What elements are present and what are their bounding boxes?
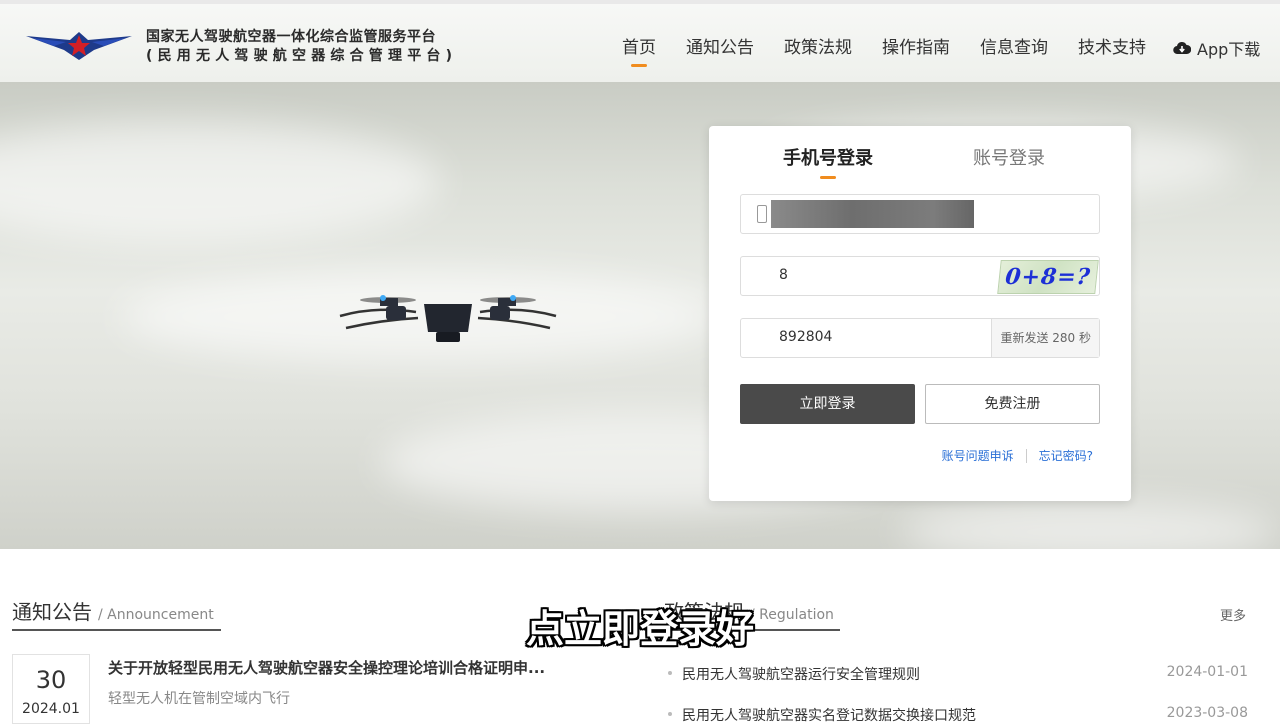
bullet-dot [668, 671, 672, 675]
phone-number-redacted [771, 200, 974, 228]
news-summary: 轻型无人机在管制空域内飞行 [108, 691, 290, 707]
news-day: 30 [35, 666, 67, 694]
app-download-link[interactable]: App下载 [1173, 36, 1260, 60]
nav-guide[interactable]: 操作指南 [882, 36, 950, 60]
site-subtitle: (民用无人驾驶航空器综合管理平台) [146, 48, 458, 64]
nav-home[interactable]: 首页 [622, 36, 656, 67]
regulation-date: 2023-03-08 [1166, 705, 1248, 721]
regulation-title[interactable]: 民用无人驾驶航空器实名登记数据交换接口规范 [682, 705, 976, 725]
nav-regulations[interactable]: 政策法规 [784, 36, 852, 60]
sms-code-field[interactable]: 892804 重新发送 280 秒 [740, 318, 1100, 358]
captcha-image[interactable]: 0+8=? [997, 260, 1099, 294]
caac-logo[interactable] [24, 26, 134, 66]
news-date: 30 2024.01 [12, 654, 90, 724]
account-appeal-link[interactable]: 账号问题申诉 [942, 447, 1014, 464]
regulation-title[interactable]: 民用无人驾驶航空器运行安全管理规则 [682, 664, 920, 684]
site-header: 国家无人驾驶航空器一体化综合监管服务平台 (民用无人驾驶航空器综合管理平台) 首… [0, 0, 1280, 82]
link-divider [1025, 448, 1027, 463]
cloud-download-icon [1173, 41, 1191, 55]
tab-phone-login[interactable]: 手机号登录 [783, 146, 873, 179]
news-year-month: 2024.01 [22, 701, 80, 717]
main-nav: 首页 通知公告 政策法规 操作指南 信息查询 技术支持 [622, 36, 1176, 67]
forgot-password-link[interactable]: 忘记密码? [1039, 447, 1093, 464]
login-card: 手机号登录 账号登录 8 0+8=? 892804 重新发送 280 秒 立即登… [709, 126, 1131, 501]
phone-icon [757, 205, 767, 223]
site-title: 国家无人驾驶航空器一体化综合监管服务平台 [146, 29, 436, 45]
regulation-date: 2024-01-01 [1166, 664, 1248, 680]
captcha-input-value: 8 [779, 267, 788, 283]
resend-code-button[interactable]: 重新发送 280 秒 [991, 319, 1099, 357]
video-subtitle: 点立即登录好 [525, 607, 754, 651]
phone-number-field[interactable] [740, 194, 1100, 234]
nav-tech-support[interactable]: 技术支持 [1078, 36, 1146, 60]
news-title-link[interactable]: 关于开放轻型民用无人驾驶航空器安全操控理论培训合格证明申... [108, 657, 545, 678]
bullet-dot [668, 712, 672, 716]
app-download-label: App下载 [1197, 40, 1261, 59]
register-button[interactable]: 免费注册 [925, 384, 1100, 424]
login-help-links: 账号问题申诉 忘记密码? [942, 447, 1093, 464]
tab-account-login[interactable]: 账号登录 [973, 146, 1045, 172]
drone-image [339, 295, 557, 342]
nav-announcements[interactable]: 通知公告 [686, 36, 754, 60]
captcha-field[interactable]: 8 0+8=? [740, 256, 1100, 296]
nav-info-query[interactable]: 信息查询 [980, 36, 1048, 60]
login-button[interactable]: 立即登录 [740, 384, 915, 424]
sms-code-value: 892804 [779, 329, 833, 345]
